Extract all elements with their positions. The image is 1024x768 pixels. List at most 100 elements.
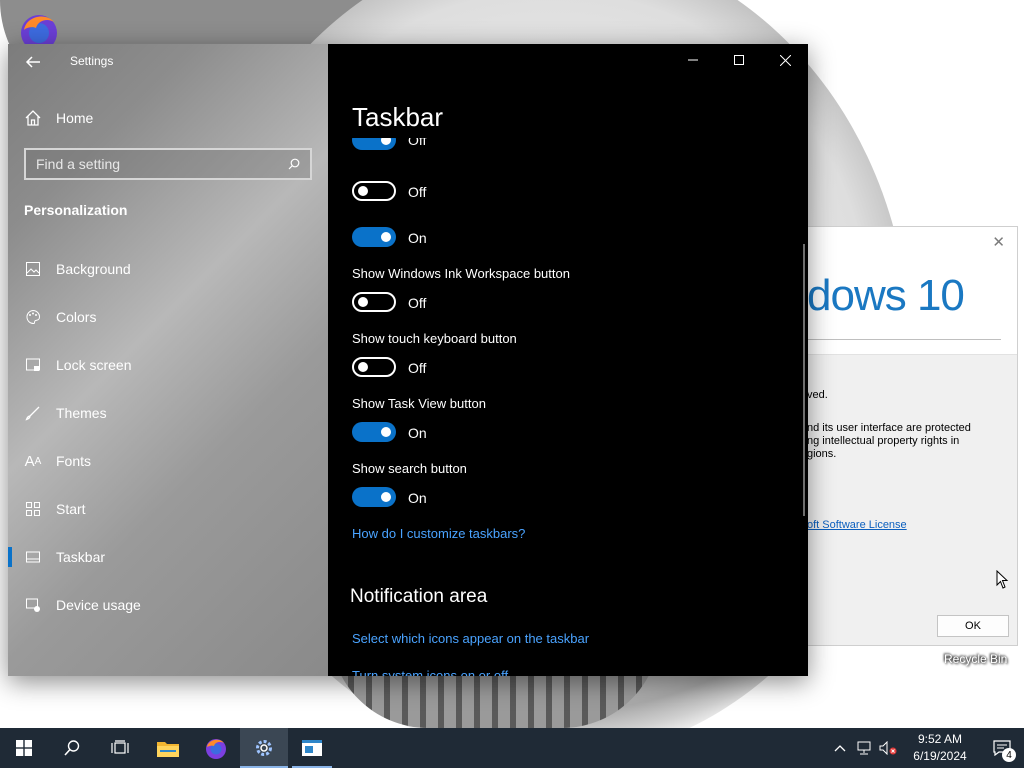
settings-taskbar-button[interactable] — [240, 728, 288, 768]
image-icon — [24, 260, 42, 278]
toggle-partial[interactable] — [352, 138, 396, 150]
home-icon — [25, 110, 41, 126]
firefox-button[interactable] — [192, 728, 240, 768]
start-grid-icon — [24, 500, 42, 518]
sidebar-item-home[interactable]: Home — [24, 106, 93, 130]
search-box[interactable] — [24, 148, 312, 180]
home-label: Home — [56, 110, 94, 126]
close-icon — [779, 54, 791, 66]
firefox-icon — [206, 739, 226, 759]
settings-window: Settings Home Personalization Background — [8, 44, 808, 676]
ink-workspace-label: Show Windows Ink Workspace button — [352, 266, 570, 281]
toggle-state: Off — [408, 360, 427, 376]
system-tray: 9:52 AM 6/19/2024 4 — [828, 728, 1024, 768]
customize-taskbars-link[interactable]: How do I customize taskbars? — [352, 526, 525, 541]
sidebar-item-label: Start — [56, 501, 86, 517]
search-input[interactable] — [36, 156, 288, 172]
sidebar-item-device-usage[interactable]: Device usage — [8, 585, 328, 625]
scrollbar[interactable] — [803, 244, 805, 516]
toggle-state: On — [408, 490, 427, 506]
divider — [807, 339, 1001, 340]
search-icon — [64, 740, 80, 756]
volume-button[interactable] — [876, 728, 900, 768]
maximize-icon — [734, 55, 744, 65]
close-icon[interactable]: ✕ — [992, 233, 1005, 251]
back-arrow-icon[interactable] — [24, 53, 42, 71]
palette-icon — [24, 308, 42, 326]
font-icon: AA — [24, 452, 42, 470]
section-heading: Personalization — [24, 202, 128, 218]
sidebar-item-taskbar[interactable]: Taskbar — [8, 537, 328, 577]
notification-count-badge: 4 — [1002, 748, 1016, 762]
maximize-button[interactable] — [716, 44, 762, 76]
sidebar-item-label: Themes — [56, 405, 107, 421]
task-view-icon — [111, 740, 129, 754]
winver-taskbar-button[interactable] — [288, 728, 336, 768]
about-windows-dialog: ✕ dows 10 ved. nd its user interface are… — [806, 226, 1018, 646]
clock[interactable]: 9:52 AM 6/19/2024 — [900, 731, 980, 765]
chevron-up-icon — [834, 745, 846, 752]
toggle-knob — [381, 138, 391, 145]
search-taskbar-button[interactable] — [48, 728, 96, 768]
minimize-button[interactable] — [670, 44, 716, 76]
sidebar-item-label: Colors — [56, 309, 97, 325]
partial-toggle-row: Off — [328, 138, 788, 158]
taskbar: 9:52 AM 6/19/2024 4 — [0, 728, 1024, 768]
license-link[interactable]: oft Software License — [807, 519, 907, 531]
page-title: Taskbar — [352, 102, 444, 132]
toggle-knob — [358, 186, 368, 196]
clock-date: 6/19/2024 — [913, 749, 967, 763]
toggle-knob — [358, 297, 368, 307]
lock-screen-icon — [24, 356, 42, 374]
legal-text: nd its user interface are protected ng i… — [807, 422, 971, 460]
clock-time: 9:52 AM — [917, 732, 963, 746]
action-center-button[interactable]: 4 — [980, 728, 1024, 768]
device-usage-icon — [24, 596, 42, 614]
ok-button[interactable]: OK — [937, 615, 1009, 637]
sidebar-item-background[interactable]: Background — [8, 249, 328, 289]
toggle-state: Off — [408, 184, 427, 200]
network-button[interactable] — [852, 728, 876, 768]
mouse-cursor-icon — [996, 570, 1009, 589]
sidebar-item-start[interactable]: Start — [8, 489, 328, 529]
sidebar-item-themes[interactable]: Themes — [8, 393, 328, 433]
search-icon[interactable] — [288, 158, 300, 170]
touch-keyboard-label: Show touch keyboard button — [352, 331, 517, 346]
folder-icon — [157, 742, 179, 757]
partial-link-row: Turn system icons on or off — [328, 668, 788, 676]
start-button[interactable] — [0, 728, 48, 768]
file-explorer-button[interactable] — [144, 728, 192, 768]
window-app-icon — [302, 740, 322, 756]
ink-workspace-toggle[interactable] — [352, 292, 396, 312]
sidebar-item-fonts[interactable]: AA Fonts — [8, 441, 328, 481]
sidebar-item-label: Lock screen — [56, 357, 132, 373]
close-button[interactable] — [762, 44, 808, 76]
touch-keyboard-toggle[interactable] — [352, 357, 396, 377]
search-button-toggle[interactable] — [352, 487, 396, 507]
sidebar-item-label: Device usage — [56, 597, 141, 613]
task-view-label: Show Task View button — [352, 396, 486, 411]
brush-icon — [24, 404, 42, 422]
sidebar-item-lock-screen[interactable]: Lock screen — [8, 345, 328, 385]
toggle-unnamed-1[interactable] — [352, 181, 396, 201]
system-icons-link[interactable]: Turn system icons on or off — [352, 668, 508, 676]
toggle-state: On — [408, 425, 427, 441]
minimize-icon — [688, 59, 698, 61]
search-button-label: Show search button — [352, 461, 467, 476]
task-view-toggle[interactable] — [352, 422, 396, 442]
windows-logo-text: dows 10 — [807, 271, 965, 320]
sidebar-item-colors[interactable]: Colors — [8, 297, 328, 337]
recycle-bin-label[interactable]: Recycle Bin — [944, 652, 1007, 666]
windows-start-icon — [16, 740, 32, 756]
about-header: ✕ dows 10 — [807, 227, 1017, 355]
select-icons-link[interactable]: Select which icons appear on the taskbar — [352, 631, 589, 646]
show-hidden-icons-button[interactable] — [828, 728, 852, 768]
toggle-unnamed-2[interactable] — [352, 227, 396, 247]
task-view-button[interactable] — [96, 728, 144, 768]
sidebar-item-label: Background — [56, 261, 131, 277]
window-title: Settings — [70, 54, 114, 68]
sidebar-item-label: Fonts — [56, 453, 92, 469]
taskbar-icon — [24, 548, 42, 566]
network-icon — [857, 741, 871, 755]
settings-content: Taskbar Off Off On Show Windows Ink Work… — [328, 44, 808, 676]
